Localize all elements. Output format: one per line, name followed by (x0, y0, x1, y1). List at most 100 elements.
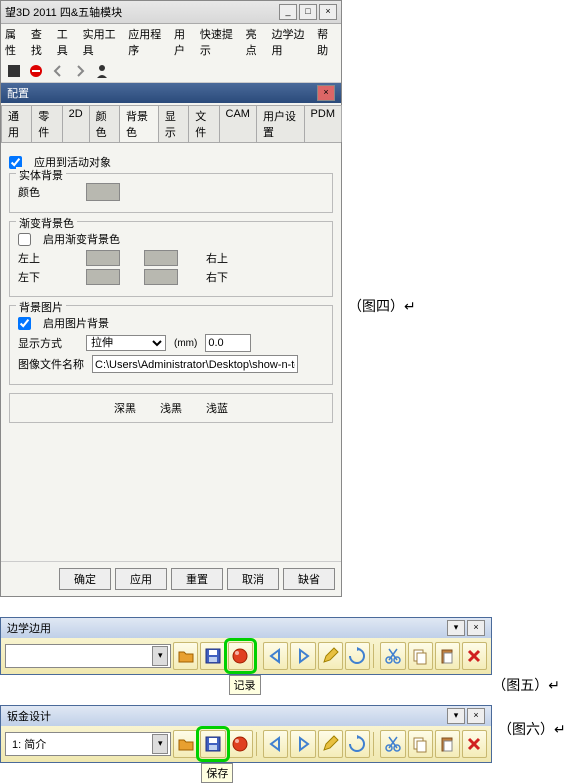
image-bg-legend: 背景图片 (16, 299, 66, 315)
learn-dropdown-button[interactable]: ▾ (447, 620, 465, 636)
top-left-label: 左上 (18, 250, 78, 266)
dialog-titlebar: 配置 × (1, 83, 341, 103)
menu-item[interactable]: 用户 (174, 26, 194, 58)
tl-color-swatch[interactable] (86, 250, 120, 266)
tab-cam[interactable]: CAM (219, 105, 257, 142)
figure4-caption: （图四）↵ (348, 292, 416, 316)
default-button[interactable]: 缺省 (283, 568, 335, 590)
chevron-down-icon[interactable]: ▾ (152, 734, 168, 754)
menu-item[interactable]: 查找 (31, 26, 51, 58)
menu-item[interactable]: 帮助 (317, 26, 337, 58)
tab-pdm[interactable]: PDM (304, 105, 342, 142)
tab-bgcolor[interactable]: 背景色 (119, 105, 159, 142)
separator (256, 644, 261, 668)
record-button[interactable]: 记录 (228, 642, 253, 670)
menubar: 属性 查找 工具 实用工具 应用程序 用户 快速提示 亮点 边学边用 帮助 (1, 24, 341, 60)
learn-toolbar-header: 边学边用 ▾ × (1, 618, 491, 638)
refresh-button[interactable] (345, 730, 370, 758)
dialog-title: 配置 (7, 85, 29, 101)
menu-item[interactable]: 边学边用 (271, 26, 311, 58)
stop-icon[interactable] (27, 62, 45, 80)
copy-button[interactable] (408, 730, 433, 758)
learn-toolbar-row: ▾ 记录 (1, 638, 491, 674)
figure5-row: （图五）↵ (0, 675, 560, 695)
cancel-button[interactable]: 取消 (227, 568, 279, 590)
copy-button[interactable] (408, 642, 433, 670)
record-tooltip: 记录 (229, 675, 261, 695)
ok-button[interactable]: 确定 (59, 568, 111, 590)
config-window: 望3D 2011 四&五轴模块 _ □ × 属性 查找 工具 实用工具 应用程序… (0, 0, 342, 597)
preset-lightblue[interactable]: 浅蓝 (206, 400, 228, 416)
image-file-input[interactable] (92, 355, 298, 373)
paste-button[interactable] (435, 730, 460, 758)
dialog-close-button[interactable]: × (317, 85, 335, 101)
apply-button[interactable]: 应用 (115, 568, 167, 590)
save-button[interactable]: 保存 (200, 730, 225, 758)
edit-button[interactable] (318, 642, 343, 670)
tab-color[interactable]: 颜色 (89, 105, 120, 142)
save-button[interactable] (200, 642, 225, 670)
tab-part[interactable]: 零件 (31, 105, 62, 142)
learn-toolbar-window: 边学边用 ▾ × ▾ 记录 (0, 617, 492, 675)
sheetmetal-close-button[interactable]: × (467, 708, 485, 724)
tab-2d[interactable]: 2D (62, 105, 90, 142)
menu-item[interactable]: 工具 (57, 26, 77, 58)
dialog-footer: 确定 应用 重置 取消 缺省 (1, 561, 341, 596)
prev-button[interactable] (263, 642, 288, 670)
preset-dark[interactable]: 深黑 (114, 400, 136, 416)
mm-value-input[interactable] (205, 334, 251, 352)
image-enable-checkbox[interactable] (18, 317, 31, 330)
tab-file[interactable]: 文件 (188, 105, 219, 142)
menu-item[interactable]: 实用工具 (83, 26, 123, 58)
tab-user[interactable]: 用户设置 (256, 105, 305, 142)
reset-button[interactable]: 重置 (171, 568, 223, 590)
nav-fwd-icon[interactable] (71, 62, 89, 80)
maximize-button[interactable]: □ (299, 4, 317, 20)
menu-item[interactable]: 亮点 (246, 26, 266, 58)
bottom-left-label: 左下 (18, 269, 78, 285)
sheetmetal-dropdown-button[interactable]: ▾ (447, 708, 465, 724)
person-icon[interactable] (93, 62, 111, 80)
menu-item[interactable]: 应用程序 (128, 26, 168, 58)
nav-back-icon[interactable] (49, 62, 67, 80)
menu-item[interactable]: 属性 (5, 26, 25, 58)
cut-button[interactable] (380, 730, 405, 758)
delete-button[interactable] (462, 642, 487, 670)
tr-color-swatch[interactable] (144, 250, 178, 266)
record-button[interactable] (228, 730, 253, 758)
preset-lightdark[interactable]: 浅黑 (160, 400, 182, 416)
image-enable-label: 启用图片背景 (43, 315, 109, 331)
tab-general[interactable]: 通用 (1, 105, 32, 142)
cut-button[interactable] (380, 642, 405, 670)
window-title: 望3D 2011 四&五轴模块 (5, 4, 122, 20)
sheetmetal-combo[interactable]: 1: 简介▾ (5, 732, 171, 756)
delete-button[interactable] (462, 730, 487, 758)
sheetmetal-toolbar-header: 钣金设计 ▾ × (1, 706, 491, 726)
chevron-down-icon[interactable]: ▾ (152, 646, 168, 666)
next-button[interactable] (290, 730, 315, 758)
prev-button[interactable] (263, 730, 288, 758)
tool-icon-1[interactable] (5, 62, 23, 80)
paste-button[interactable] (435, 642, 460, 670)
learn-combo[interactable]: ▾ (5, 644, 171, 668)
image-file-label: 图像文件名称 (18, 356, 84, 372)
display-mode-combo[interactable]: 拉伸 (86, 335, 166, 351)
gradient-enable-checkbox[interactable] (18, 233, 31, 246)
minimize-button[interactable]: _ (279, 4, 297, 20)
open-folder-button[interactable] (173, 730, 198, 758)
solid-color-swatch[interactable] (86, 183, 120, 201)
image-bg-group: 背景图片 启用图片背景 显示方式 拉伸 (mm) 图像文件名称 (9, 305, 333, 385)
br-color-swatch[interactable] (144, 269, 178, 285)
learn-close-button[interactable]: × (467, 620, 485, 636)
close-button[interactable]: × (319, 4, 337, 20)
gradient-legend: 渐变背景色 (16, 215, 77, 231)
edit-button[interactable] (318, 730, 343, 758)
display-mode-label: 显示方式 (18, 335, 78, 351)
next-button[interactable] (290, 642, 315, 670)
refresh-button[interactable] (345, 642, 370, 670)
open-folder-button[interactable] (173, 642, 198, 670)
tab-display[interactable]: 显示 (158, 105, 189, 142)
bl-color-swatch[interactable] (86, 269, 120, 285)
color-label: 颜色 (18, 184, 78, 200)
menu-item[interactable]: 快速提示 (200, 26, 240, 58)
